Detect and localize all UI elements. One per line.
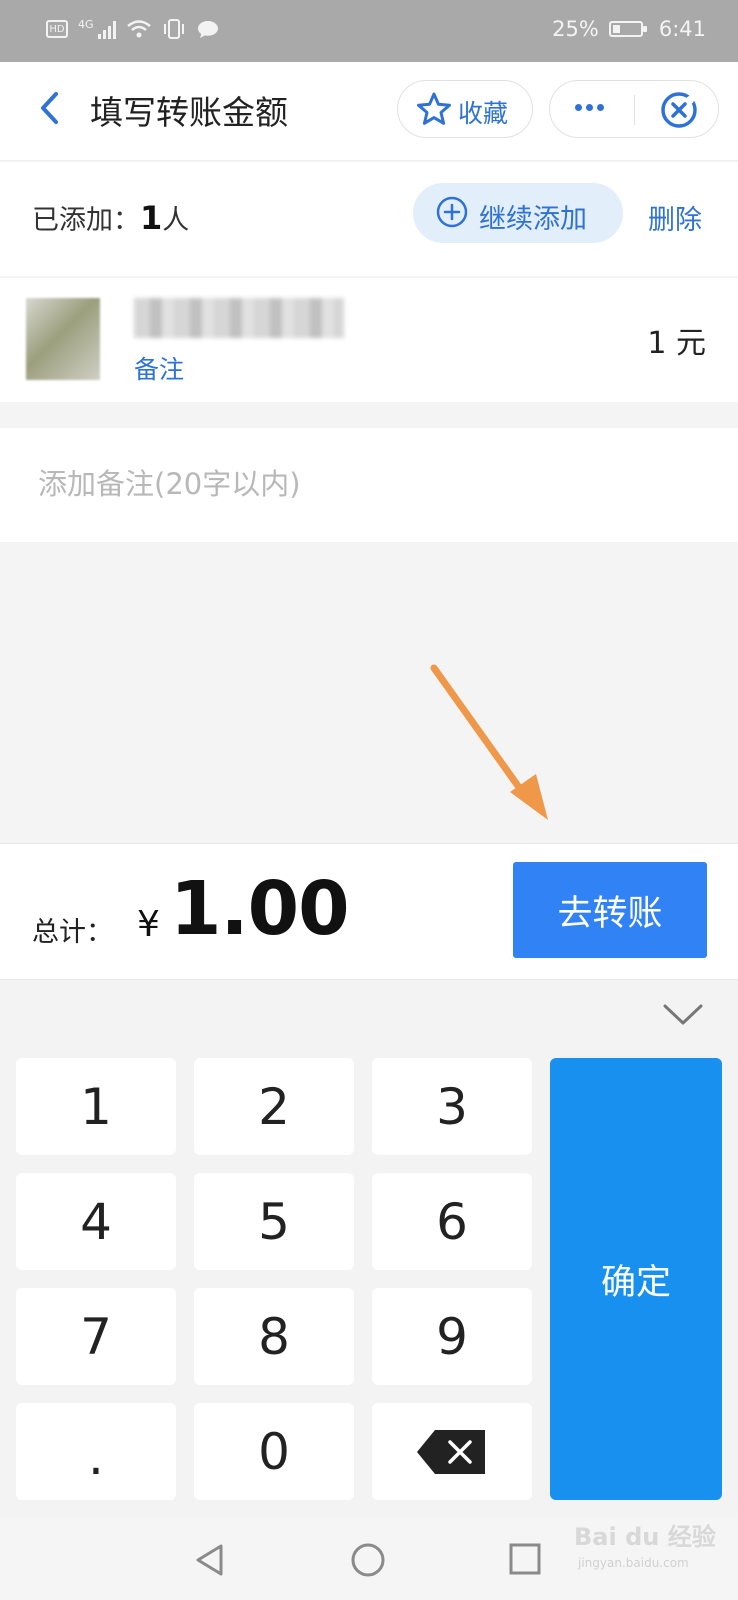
- delete-button[interactable]: 删除: [648, 198, 702, 237]
- total-label: 总计：: [32, 917, 113, 948]
- watermark-site: jingyan.baidu.com: [578, 1556, 689, 1570]
- back-arrow-icon[interactable]: [32, 88, 72, 128]
- numeric-keypad: 1 2 3 4 5 6 7 8 9 . 0 确定: [0, 980, 738, 1518]
- favorite-button[interactable]: 收藏: [397, 80, 533, 138]
- battery-icon: [608, 21, 647, 37]
- payee-memo-link[interactable]: 备注: [134, 350, 184, 386]
- total-amount: 1.00: [170, 866, 350, 952]
- nav-back-icon[interactable]: [193, 1542, 227, 1578]
- payee-avatar: [26, 298, 100, 380]
- collapse-keyboard-icon[interactable]: [662, 1002, 704, 1028]
- nav-recents-icon[interactable]: [508, 1542, 542, 1576]
- key-1[interactable]: 1: [16, 1058, 176, 1155]
- more-icon[interactable]: [575, 104, 604, 111]
- total-bar: 总计： ¥ 1.00 去转账: [0, 843, 738, 980]
- title-bar: 填写转账金额 收藏: [0, 62, 738, 161]
- vibrate-icon: [163, 19, 184, 39]
- clock: 6:41: [658, 17, 706, 41]
- message-icon: [197, 21, 218, 38]
- payee-name-blurred: [134, 298, 344, 338]
- key-6[interactable]: 6: [372, 1173, 532, 1270]
- key-4[interactable]: 4: [16, 1173, 176, 1270]
- payee-row: 备注 1 元: [0, 278, 738, 402]
- nav-home-icon[interactable]: [350, 1542, 386, 1578]
- key-2[interactable]: 2: [194, 1058, 354, 1155]
- star-icon: [417, 92, 451, 125]
- watermark-logo: Bai du 经验: [574, 1523, 716, 1551]
- page-title: 填写转账金额: [90, 93, 288, 132]
- added-count-label: 已添加：1人: [32, 198, 189, 237]
- status-left: HD 4G: [46, 18, 220, 40]
- network-type: 4G: [78, 18, 94, 31]
- wifi-icon: [126, 20, 151, 38]
- hd-icon: HD: [46, 20, 68, 38]
- backspace-icon: [417, 1429, 485, 1474]
- currency-symbol: ¥: [137, 904, 160, 945]
- add-more-label: 继续添加: [479, 204, 587, 235]
- status-bar: HD 4G 25% 6:41: [0, 0, 738, 62]
- annotation-arrow-icon: [430, 664, 548, 820]
- plus-circle-icon: [436, 196, 468, 228]
- key-7[interactable]: 7: [16, 1288, 176, 1385]
- key-9[interactable]: 9: [372, 1288, 532, 1385]
- added-unit: 人: [162, 205, 190, 236]
- add-more-button[interactable]: 继续添加: [413, 183, 623, 243]
- status-right: 25% 6:41: [552, 17, 706, 41]
- battery-percent: 25%: [552, 17, 599, 41]
- key-3[interactable]: 3: [372, 1058, 532, 1155]
- key-backspace[interactable]: [372, 1403, 532, 1500]
- added-count: 1: [140, 199, 163, 237]
- close-mini-program-icon[interactable]: [660, 91, 698, 129]
- added-label-text: 已添加：: [32, 205, 140, 236]
- signal-icon: [97, 19, 116, 39]
- added-recipients-row: 已添加：1人 继续添加 删除: [0, 162, 738, 276]
- mini-program-capsule: [549, 80, 719, 138]
- key-5[interactable]: 5: [194, 1173, 354, 1270]
- note-input[interactable]: [38, 456, 678, 512]
- favorite-label: 收藏: [458, 99, 509, 128]
- key-0[interactable]: 0: [194, 1403, 354, 1500]
- note-field-container: [0, 428, 738, 542]
- key-dot[interactable]: .: [16, 1403, 176, 1500]
- payee-amount[interactable]: 1 元: [647, 318, 706, 362]
- capsule-divider: [634, 95, 635, 125]
- key-8[interactable]: 8: [194, 1288, 354, 1385]
- confirm-button[interactable]: 确定: [550, 1058, 722, 1500]
- go-transfer-button[interactable]: 去转账: [513, 862, 707, 958]
